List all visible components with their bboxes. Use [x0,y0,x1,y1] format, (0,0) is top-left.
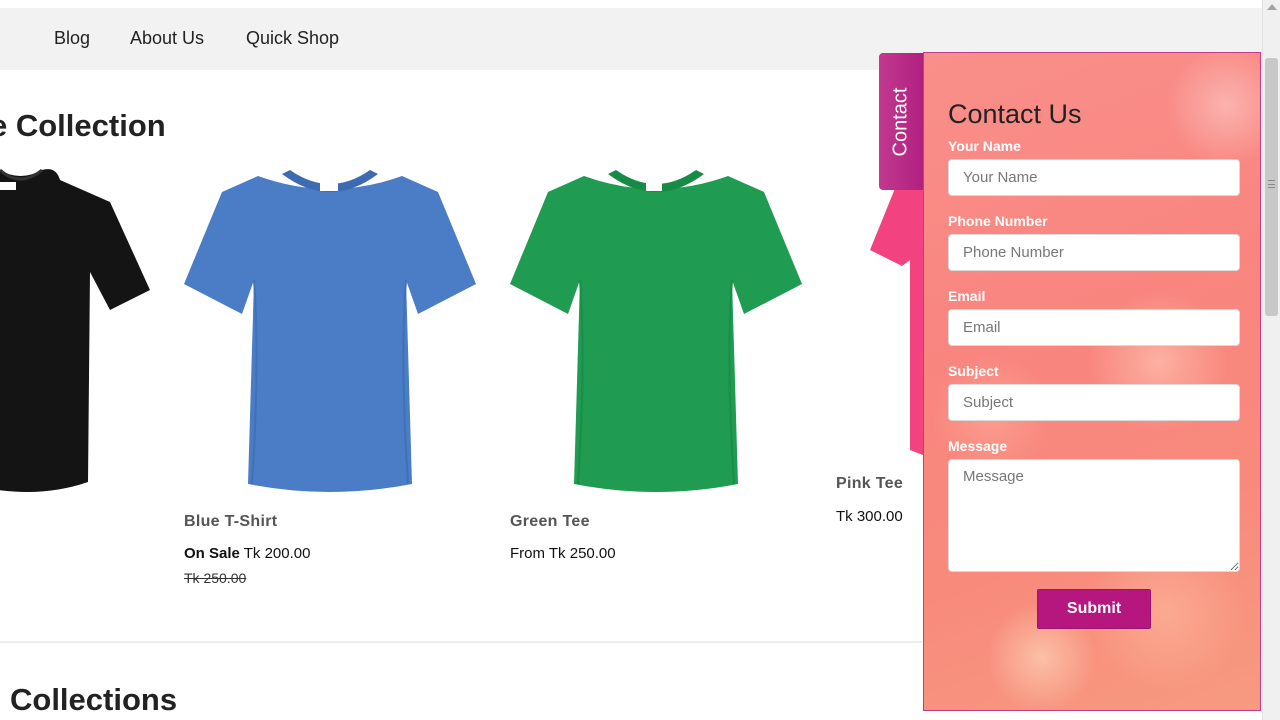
your-name-input[interactable] [948,159,1240,196]
scroll-thumb[interactable] [1265,58,1278,316]
scroll-up-arrow-icon[interactable] [1267,4,1277,10]
scroll-grip-icon [1268,180,1275,188]
product-name-blue-tshirt[interactable]: Blue T-Shirt [184,513,277,531]
subject-input[interactable] [948,384,1240,421]
nav-link-quick-shop[interactable]: Quick Shop [246,28,339,49]
phone-number-input[interactable] [948,234,1240,271]
your-name-label: Your Name [948,138,1021,154]
contact-panel: Contact Us Your Name Phone Number Email … [923,52,1261,711]
vertical-scrollbar[interactable] [1262,0,1280,720]
contact-tab-label: Contact [889,87,912,156]
black-tshirt-image[interactable] [0,162,160,497]
phone-number-label: Phone Number [948,213,1048,229]
on-sale-label: On Sale [184,545,240,562]
message-label: Message [948,438,1008,454]
contact-tab-button[interactable]: Contact [879,53,923,190]
sale-price: Tk 200.00 [239,545,311,562]
original-price-blue-tshirt: Tk 250.00 [184,570,247,586]
top-strip [0,0,1280,8]
nav-link-blog[interactable]: Blog [54,28,90,49]
submit-button[interactable]: Submit [1037,589,1151,629]
product-name-pink-tee[interactable]: Pink Tee [836,475,903,493]
green-tshirt-image[interactable] [506,162,806,497]
contact-form-title: Contact Us [948,99,1082,129]
email-input[interactable] [948,309,1240,346]
blue-tshirt-image[interactable] [180,162,480,497]
email-label: Email [948,288,986,304]
featured-collection-title: e Collection [0,108,166,143]
product-price-blue-tshirt: On Sale Tk 200.00 [184,545,310,562]
nav-link-about-us[interactable]: About Us [130,28,204,49]
collections-title: Collections [10,682,178,717]
section-divider [0,641,922,643]
product-name-green-tee[interactable]: Green Tee [510,513,590,531]
subject-label: Subject [948,363,999,379]
product-price-pink-tee: Tk 300.00 [836,508,903,525]
message-textarea[interactable] [948,459,1240,572]
product-price-green-tee: From Tk 250.00 [510,545,616,562]
